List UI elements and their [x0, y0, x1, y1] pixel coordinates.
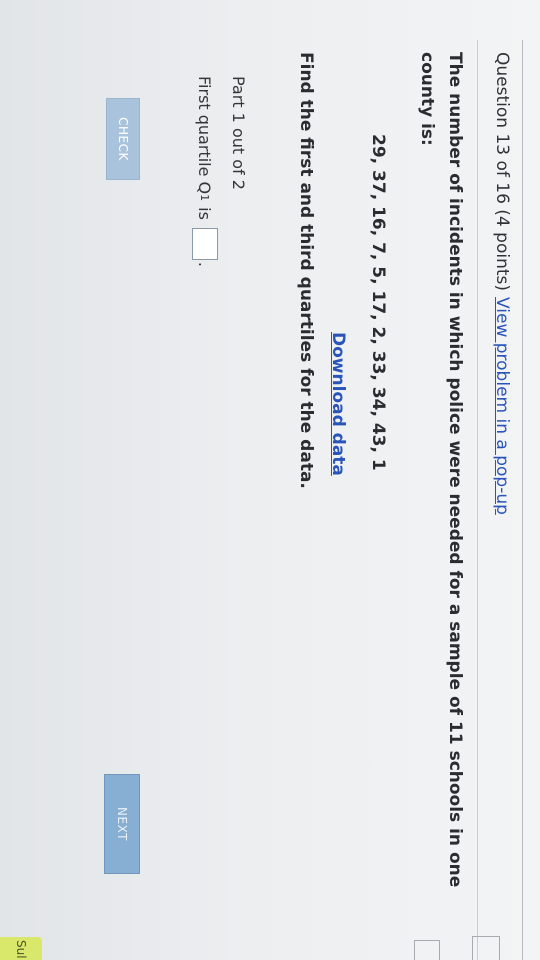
data-values: 29, 37, 16, 7, 5, 17, 2, 33, 34, 43, 1	[368, 134, 388, 471]
quartile-prefix: First quartile Q	[195, 76, 215, 195]
check-button[interactable]: CHECK	[106, 98, 140, 180]
first-quartile-row: First quartile Q1 is .	[192, 76, 218, 267]
question-header: Question 13 of 16 (4 points) View problem…	[492, 52, 512, 515]
header-divider	[477, 40, 478, 960]
top-border	[522, 40, 523, 960]
quartile-suffix: is	[195, 207, 215, 220]
homework-page: Question 13 of 16 (4 points) View problem…	[0, 0, 540, 960]
submit-tab[interactable]: Sul	[0, 937, 42, 960]
edge-control-top[interactable]	[472, 936, 500, 960]
first-quartile-input[interactable]	[192, 227, 218, 260]
edge-control-mid[interactable]	[414, 940, 440, 960]
next-button[interactable]: NEXT	[104, 774, 140, 874]
answer-period: .	[195, 261, 215, 267]
view-popup-link[interactable]: View problem in a pop-up	[492, 297, 512, 515]
question-label: Question 13 of 16 (4 points)	[492, 52, 512, 291]
quartile-subscript: 1	[198, 194, 212, 202]
part-label: Part 1 out of 2	[229, 76, 248, 190]
problem-statement: The number of incidents in which police …	[417, 52, 465, 888]
download-data-link[interactable]: Download data	[328, 332, 348, 476]
instruction-text: Find the first and third quartiles for t…	[296, 52, 316, 489]
